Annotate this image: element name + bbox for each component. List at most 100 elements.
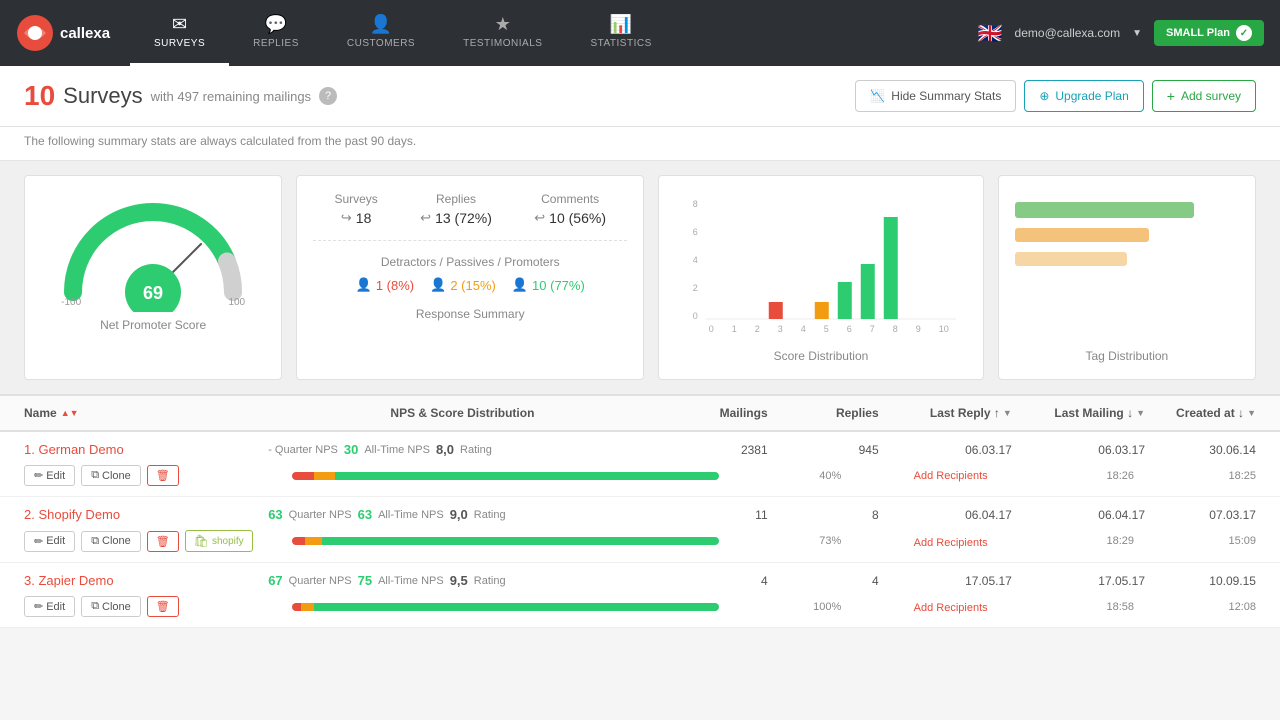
replies-pct-2: 73% [719, 535, 841, 547]
plus-icon: + [1167, 88, 1175, 104]
svg-text:4: 4 [693, 255, 698, 265]
stats-cards: 69 -100 100 Net Promoter Score Surveys ↪… [0, 161, 1280, 394]
promoter-icon: 👤 [512, 277, 528, 293]
last-mailing-time-2: 15:09 [1134, 535, 1256, 547]
detractors-value: 👤 1 (8%) [356, 277, 414, 293]
survey-name-link-2[interactable]: 2. Shopify Demo [24, 507, 120, 522]
add-survey-btn[interactable]: + Add survey [1152, 80, 1256, 112]
quarter-nps-val-3: 67 [268, 573, 282, 588]
tag-bar-2 [1015, 228, 1150, 242]
detractor-icon: 👤 [356, 277, 372, 293]
alltime-nps-val-1: 30 [344, 442, 358, 457]
quarter-nps-val-2: 63 [268, 507, 282, 522]
score-dist-card: 8 6 4 2 0 0 1 2 [658, 175, 984, 380]
svg-text:0: 0 [693, 311, 698, 321]
surveys-stat-label: Surveys [334, 192, 377, 206]
nav-item-surveys[interactable]: ✉ SURVEYS [130, 0, 229, 66]
col-header-name[interactable]: Name ▲▼ [24, 406, 268, 420]
score-dist-label: Score Distribution [774, 349, 869, 363]
created-val-1: 30.06.14 [1145, 443, 1256, 457]
survey-name-link[interactable]: 1. German Demo [24, 442, 124, 457]
quarter-nps-label-1: - Quarter NPS [268, 444, 338, 456]
help-icon[interactable]: ? [319, 87, 337, 105]
add-recipients-link-2[interactable]: Add Recipients [914, 537, 988, 549]
shopify-btn-2[interactable]: 🛍 shopify [185, 530, 253, 552]
col-header-created[interactable]: Created at ↓ ▼ [1145, 406, 1256, 420]
page-title-area: 10 Surveys with 497 remaining mailings ? [24, 80, 337, 112]
add-recipients-3[interactable]: Add Recipients [841, 599, 987, 614]
delete-btn-1[interactable]: 🗑 [147, 465, 179, 486]
survey-name-link-3[interactable]: 3. Zapier Demo [24, 573, 114, 588]
created-val-3: 10.09.15 [1145, 574, 1256, 588]
score-chart-svg: 8 6 4 2 0 0 1 2 [675, 192, 967, 342]
reply-icon: ↪ [341, 210, 352, 226]
response-top: Surveys ↪ 18 Replies ↩ 13 (72%) Comments… [313, 192, 627, 241]
col-header-lastmailing[interactable]: Last Mailing ↓ ▼ [1012, 406, 1145, 420]
gauge-max-label: 100 [228, 297, 245, 308]
tag-bar-3 [1015, 252, 1127, 266]
rating-label-2: Rating [474, 509, 506, 521]
hide-stats-btn[interactable]: 📉 Hide Summary Stats [855, 80, 1016, 112]
replies-label: REPLIES [253, 38, 299, 49]
score-bar-red-3 [292, 603, 301, 611]
tag-bar-1 [1015, 202, 1194, 218]
customers-icon: 👤 [370, 14, 392, 35]
replies-stat-value: 13 (72%) [435, 210, 492, 226]
clone-btn-3[interactable]: ⧉ Clone [81, 596, 141, 617]
chart-icon: 📉 [870, 89, 885, 103]
nav-item-replies[interactable]: 💬 REPLIES [229, 0, 323, 66]
summary-bar: The following summary stats are always c… [0, 127, 1280, 161]
nav-item-testimonials[interactable]: ★ TESTIMONIALS [439, 0, 566, 66]
alltime-nps-label-1: All-Time NPS [364, 444, 430, 456]
delete-btn-2[interactable]: 🗑 [147, 531, 179, 552]
surveys-label: SURVEYS [154, 38, 205, 49]
upgrade-plan-btn[interactable]: ⊕ Upgrade Plan [1024, 80, 1143, 112]
nav-item-customers[interactable]: 👤 CUSTOMERS [323, 0, 439, 66]
rating-label-3: Rating [474, 575, 506, 587]
survey-row-top-3: 3. Zapier Demo 67 Quarter NPS 75 All-Tim… [24, 573, 1256, 588]
svg-text:6: 6 [847, 324, 852, 334]
score-bar-col-3 [292, 603, 719, 611]
svg-text:8: 8 [693, 199, 698, 209]
survey-name-col: 2. Shopify Demo [24, 507, 268, 522]
score-bar-col-2 [292, 537, 719, 545]
mailings-val-1: 2381 [657, 443, 768, 457]
col-header-nps: NPS & Score Distribution [268, 406, 656, 420]
edit-btn-1[interactable]: ✏ Edit [24, 465, 75, 486]
svg-text:8: 8 [893, 324, 898, 334]
nav-item-statistics[interactable]: 📊 STATISTICS [566, 0, 675, 66]
svg-text:7: 7 [870, 324, 875, 334]
score-bar-red-2 [292, 537, 305, 545]
mailings-val-3: 4 [657, 574, 768, 588]
add-recipients-link-3[interactable]: Add Recipients [914, 602, 988, 614]
score-bar-3 [292, 603, 719, 611]
delete-icon-2: 🗑 [156, 536, 170, 548]
add-recipients-1[interactable]: Add Recipients [841, 470, 987, 482]
add-recipients-2[interactable]: Add Recipients [841, 534, 987, 549]
dpp-section: Detractors / Passives / Promoters 👤 1 (8… [313, 255, 627, 293]
replies-val-2: 8 [768, 508, 879, 522]
clone-icon-3: ⧉ [91, 600, 99, 613]
logo-area[interactable]: callexa [0, 0, 130, 66]
response-summary-card: Surveys ↪ 18 Replies ↩ 13 (72%) Comments… [296, 175, 644, 380]
plan-icon: ✓ [1236, 25, 1252, 41]
statistics-icon: 📊 [610, 14, 632, 35]
gauge-min-label: -100 [61, 297, 81, 308]
delete-btn-3[interactable]: 🗑 [147, 596, 179, 617]
score-bar-green-2 [322, 537, 719, 545]
edit-btn-3[interactable]: ✏ Edit [24, 596, 75, 617]
col-header-mailings: Mailings [657, 406, 768, 420]
survey-row-bottom-2: ✏ Edit ⧉ Clone 🗑 🛍 shopify [24, 530, 1256, 552]
table-section: Name ▲▼ NPS & Score Distribution Mailing… [0, 394, 1280, 628]
sort-created-icon: ▼ [1247, 408, 1256, 418]
clone-btn-2[interactable]: ⧉ Clone [81, 531, 141, 552]
svg-text:10: 10 [939, 324, 949, 334]
clone-btn-1[interactable]: ⧉ Clone [81, 465, 141, 486]
edit-btn-2[interactable]: ✏ Edit [24, 531, 75, 552]
add-recipients-link-1[interactable]: Add Recipients [914, 470, 988, 482]
plan-badge[interactable]: SMALL Plan ✓ [1154, 20, 1264, 46]
col-header-lastreply[interactable]: Last Reply ↑ ▼ [879, 406, 1012, 420]
score-bar-green-3 [314, 603, 720, 611]
alltime-nps-label-2: All-Time NPS [378, 509, 444, 521]
user-email[interactable]: demo@callexa.com [1015, 26, 1121, 40]
